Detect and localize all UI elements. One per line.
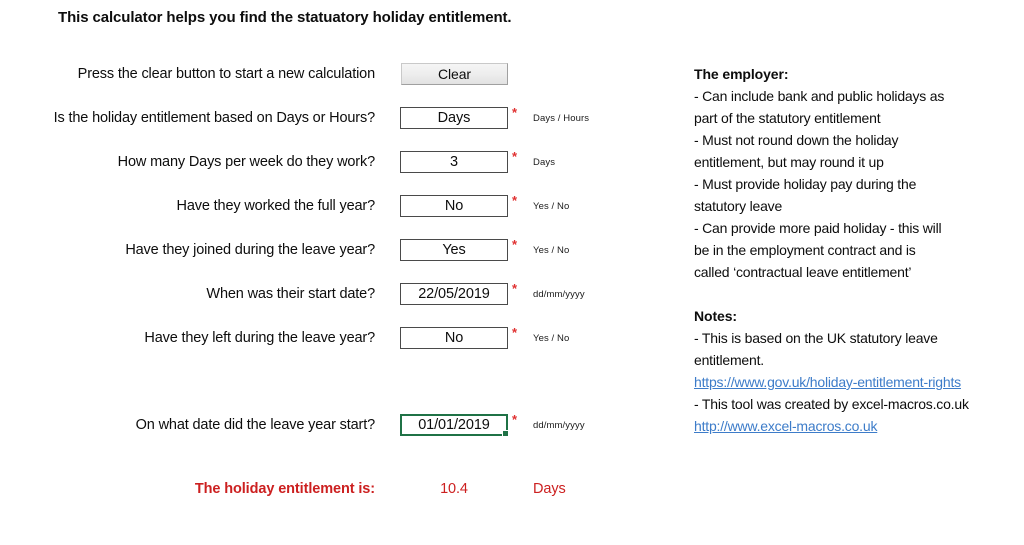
info-line: - Must not round down the holiday [694, 132, 899, 148]
form-input-cell[interactable]: 22/05/2019 [400, 283, 508, 305]
employer-lines: - Can include bank and public holidays a… [694, 85, 1024, 283]
form-row-hint: Days [533, 157, 556, 168]
notes-heading: Notes: [694, 308, 737, 324]
gov-uk-link[interactable]: https://www.gov.uk/holiday-entitlement-r… [694, 371, 1024, 393]
info-line: called ‘contractual leave entitlement’ [694, 264, 912, 280]
info-line: - Must provide holiday pay during the [694, 176, 917, 192]
form-row-hint: dd/mm/yyyy [533, 289, 585, 300]
form-row: Have they worked the full year? No * Yes / … [0, 193, 660, 221]
info-line: statutory leave [694, 198, 783, 214]
clear-row: Press the clear button to start a new ca… [0, 63, 660, 89]
form-row-label: Is the holiday entitlement based on Days… [53, 110, 376, 126]
info-line: entitlement, but may round it up [694, 154, 884, 170]
form-row-label: Have they left during the leave year? [144, 330, 375, 346]
result-row: The holiday entitlement is: 10.4 Days [0, 481, 660, 503]
form-input-cell-selected[interactable]: 01/01/2019 [400, 414, 509, 437]
form-input-cell[interactable]: Yes [400, 239, 508, 261]
info-line: - Can include bank and public holidays a… [694, 88, 945, 104]
notes-lines: - This is based on the UK statutory leav… [694, 327, 1024, 371]
info-line: - This is based on the UK statutory leav… [694, 330, 938, 346]
form-row: Have they left during the leave year? No *… [0, 325, 660, 353]
form-row: Have they joined during the leave year? Y… [0, 237, 660, 265]
form-row: When was their start date? 22/05/2019 * dd/… [0, 281, 660, 309]
form-row: On what date did the leave year start? 01… [0, 412, 660, 440]
required-asterisk: * [512, 325, 518, 340]
result-unit: Days [533, 481, 566, 497]
info-line: - Can provide more paid holiday - this w… [694, 220, 942, 236]
required-asterisk: * [512, 105, 518, 120]
form-row: Is the holiday entitlement based on Days… [0, 105, 660, 133]
clear-row-label: Press the clear button to start a new ca… [77, 66, 375, 82]
excel-macros-link[interactable]: http://www.excel-macros.co.uk [694, 415, 1024, 437]
form-row-hint: Yes / No [533, 333, 570, 344]
result-label: The holiday entitlement is: [194, 481, 375, 497]
form-input-cell[interactable]: No [400, 195, 508, 217]
required-asterisk: * [512, 237, 518, 252]
info-panel: The employer: - Can include bank and pub… [694, 63, 1024, 437]
form-row-label: Have they worked the full year? [176, 198, 376, 214]
form-row-label: How many Days per week do they work? [117, 154, 375, 170]
form-input-cell[interactable]: No [400, 327, 508, 349]
required-asterisk: * [512, 281, 518, 296]
required-asterisk: * [512, 412, 518, 427]
form-row-label: When was their start date? [206, 286, 375, 302]
clear-button[interactable]: Clear [401, 63, 508, 85]
employer-heading: The employer: [694, 66, 789, 82]
form-input-cell[interactable]: 3 [400, 151, 508, 173]
form-input-cell[interactable]: Days [400, 107, 508, 129]
credit-line: - This tool was created by excel-macros.… [694, 396, 969, 412]
form-row-hint: Yes / No [533, 245, 570, 256]
form-row-label: On what date did the leave year start? [135, 417, 375, 433]
required-asterisk: * [512, 149, 518, 164]
calculator-form: Press the clear button to start a new ca… [0, 0, 660, 545]
info-line: part of the statutory entitlement [694, 110, 881, 126]
info-line: entitlement. [694, 352, 764, 368]
form-row-hint: Yes / No [533, 201, 570, 212]
info-line: be in the employment contract and is [694, 242, 916, 258]
form-row-hint: dd/mm/yyyy [533, 420, 585, 431]
required-asterisk: * [512, 193, 518, 208]
form-row: How many Days per week do they work? 3 * Da… [0, 149, 660, 177]
result-value: 10.4 [440, 481, 468, 497]
form-row-label: Have they joined during the leave year? [125, 242, 375, 258]
form-row-hint: Days / Hours [533, 113, 590, 124]
